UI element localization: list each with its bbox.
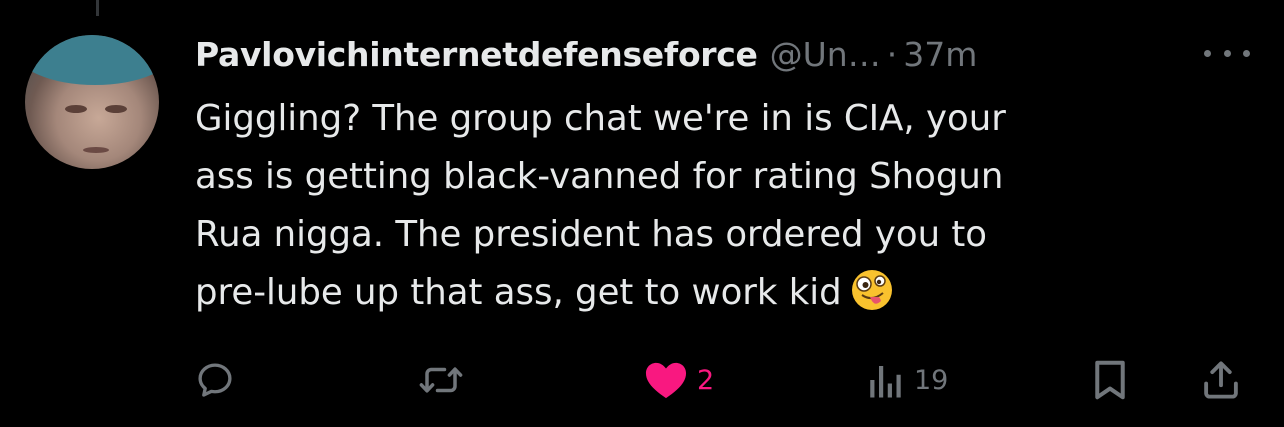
retweet-icon	[419, 367, 463, 393]
tweet-text-line-last: pre-lube up that ass, get to work kid	[195, 264, 1195, 322]
views-icon	[870, 366, 901, 398]
bookmark-icon	[1095, 360, 1125, 400]
retweet-button[interactable]	[418, 350, 464, 410]
like-button[interactable]: 2	[643, 350, 714, 410]
bookmark-button[interactable]	[1090, 350, 1130, 410]
zany-face-emoji-icon	[851, 270, 892, 310]
timestamp[interactable]: 37m	[903, 35, 977, 74]
tweet-header: Pavlovichinternetdefenseforce @Un… · 37m	[195, 28, 977, 80]
thread-connector-line	[96, 0, 99, 16]
share-icon	[1204, 361, 1238, 399]
tweet-text-line: ass is getting black-vanned for rating S…	[195, 156, 1004, 197]
tweet-text-line: Giggling? The group chat we're in is CIA…	[195, 98, 1006, 139]
views-count: 19	[914, 364, 949, 396]
tweet-text: Giggling? The group chat we're in is CIA…	[195, 90, 1195, 322]
reply-icon	[198, 363, 232, 397]
heart-filled-icon	[645, 362, 687, 399]
reply-button[interactable]	[194, 350, 236, 410]
tweet-text-line: pre-lube up that ass, get to work kid	[195, 272, 842, 313]
tweet[interactable]: Pavlovichinternetdefenseforce @Un… · 37m…	[0, 0, 1284, 427]
more-options-icon[interactable]	[1204, 38, 1250, 68]
user-handle[interactable]: @Un…	[770, 35, 881, 74]
avatar[interactable]	[25, 35, 159, 169]
tweet-text-line: Rua nigga. The president has ordered you…	[195, 214, 988, 255]
share-button[interactable]	[1200, 350, 1242, 410]
display-name[interactable]: Pavlovichinternetdefenseforce	[195, 35, 758, 74]
tweet-actions: 2 19	[0, 350, 1284, 410]
like-count: 2	[697, 364, 715, 396]
separator-dot: ·	[886, 34, 898, 74]
views-button[interactable]: 19	[866, 350, 948, 410]
